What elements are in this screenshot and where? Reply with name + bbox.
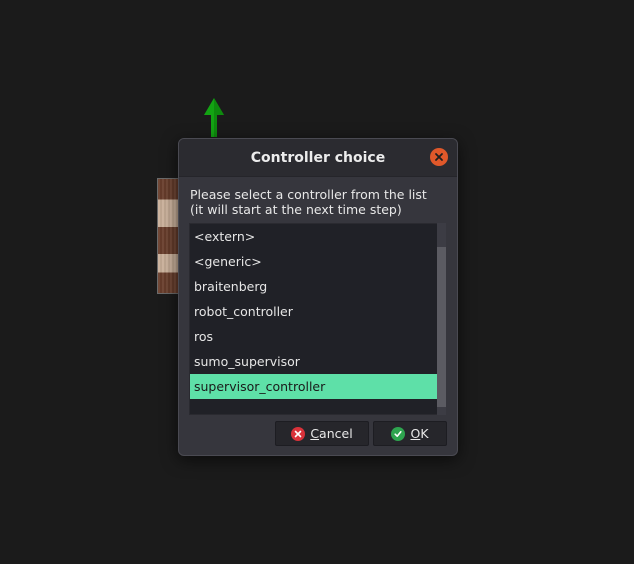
ok-label: OK — [410, 426, 429, 441]
message-line-1: Please select a controller from the list — [190, 187, 427, 202]
close-button[interactable] — [430, 148, 448, 166]
message-line-2: (it will start at the next time step) — [190, 202, 402, 217]
list-item[interactable]: ros — [190, 324, 438, 349]
ok-button[interactable]: OK — [373, 421, 447, 446]
list-item[interactable]: sumo_supervisor — [190, 349, 438, 374]
cancel-button[interactable]: Cancel — [275, 421, 369, 446]
list-item[interactable]: <generic> — [190, 249, 438, 274]
list-item[interactable]: braitenberg — [190, 274, 438, 299]
dialog-titlebar: Controller choice — [179, 139, 457, 177]
cancel-label: Cancel — [310, 426, 353, 441]
controller-list[interactable]: <extern> <generic> braitenberg robot_con… — [189, 223, 439, 415]
list-item[interactable]: robot_controller — [190, 299, 438, 324]
dialog-title: Controller choice — [250, 149, 386, 166]
list-scrollbar[interactable] — [437, 223, 446, 415]
close-icon — [435, 153, 443, 161]
up-arrow-icon — [204, 98, 224, 137]
cancel-icon — [291, 426, 306, 441]
list-item-selected[interactable]: supervisor_controller — [190, 374, 438, 399]
controller-choice-dialog: Controller choice Please select a contro… — [178, 138, 458, 456]
list-item[interactable]: <extern> — [190, 224, 438, 249]
scrollbar-thumb[interactable] — [437, 247, 446, 407]
check-icon — [391, 426, 406, 441]
dialog-message: Please select a controller from the list… — [190, 187, 450, 217]
